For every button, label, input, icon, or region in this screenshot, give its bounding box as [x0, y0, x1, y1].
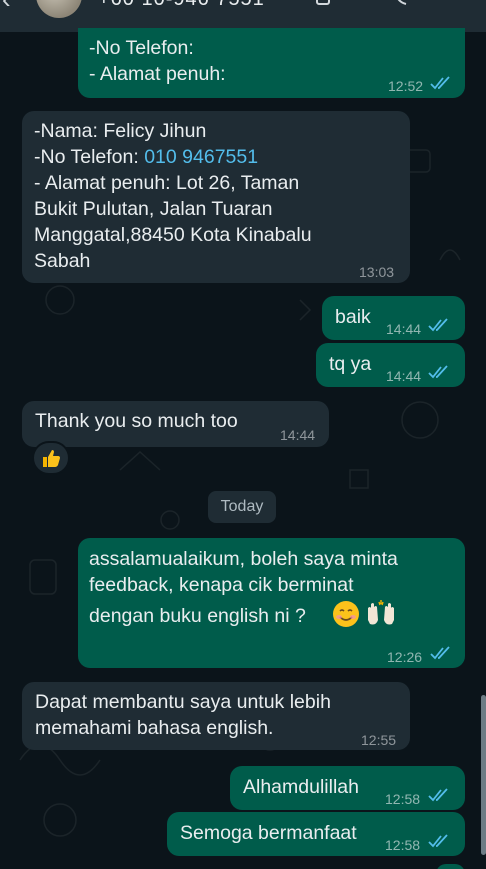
message-text-line: -No Telefon: 010 9467551 — [34, 145, 258, 170]
message-time: 13:03 — [359, 264, 395, 280]
message-text: -Nama: Felicy Jihun — [34, 120, 207, 142]
message-outgoing[interactable]: Alhamdulillah 12:58 — [230, 766, 465, 810]
message-outgoing-partial[interactable] — [436, 864, 465, 869]
message-outgoing[interactable]: Semoga bermanfaat 12:58 — [167, 812, 465, 856]
message-text: Semoga bermanfaat — [180, 822, 357, 844]
raising-hands-emoji — [368, 600, 394, 625]
contact-number[interactable]: +60 10-946 7551 — [98, 0, 265, 11]
read-receipt-icon — [428, 834, 448, 848]
read-receipt-icon — [428, 318, 448, 332]
message-incoming[interactable]: -Nama: Felicy Jihun -No Telefon: 010 946… — [22, 111, 410, 283]
message-time: 12:58 — [385, 837, 421, 853]
message-text: -No Telefon: — [89, 37, 194, 59]
message-text: -No Telefon: — [34, 146, 145, 168]
message-text: Sabah — [34, 250, 91, 272]
read-receipt-icon — [428, 365, 448, 379]
read-receipt-icon — [430, 646, 450, 660]
reaction-badge[interactable] — [32, 441, 70, 475]
message-incoming[interactable]: Thank you so much too 14:44 — [22, 401, 329, 447]
message-text: assalamualaikum, boleh saya minta — [89, 548, 398, 570]
message-text: dengan buku english ni ? — [89, 605, 306, 627]
read-receipt-icon — [430, 76, 450, 90]
thumbs-up-emoji — [43, 450, 60, 467]
message-time: 12:58 — [385, 791, 421, 807]
message-text: Thank you so much too — [35, 410, 238, 432]
message-outgoing[interactable]: baik 14:44 — [322, 296, 465, 340]
message-outgoing[interactable]: -No Telefon: - Alamat penuh: 12:52 — [78, 28, 465, 98]
message-time: 12:55 — [361, 732, 397, 748]
voice-call-icon[interactable] — [394, 0, 414, 8]
contact-avatar[interactable] — [36, 0, 82, 18]
message-outgoing[interactable]: assalamualaikum, boleh saya minta feedba… — [78, 538, 465, 668]
message-time: 14:44 — [386, 368, 422, 384]
message-text: Dapat membantu saya untuk lebih — [35, 691, 331, 713]
scrollbar[interactable] — [481, 695, 486, 855]
message-text: Bukit Pulutan, Jalan Tuaran — [34, 198, 273, 220]
message-time: 12:52 — [388, 78, 424, 94]
read-receipt-icon — [428, 788, 448, 802]
message-text: - Alamat penuh: Lot 26, Taman — [34, 172, 300, 194]
chat-screen: ‹ +60 10-946 7551 -No Telefon: - Alamat … — [0, 0, 486, 869]
message-text: - Alamat penuh: — [89, 63, 226, 85]
message-incoming[interactable]: Dapat membantu saya untuk lebih memahami… — [22, 682, 410, 750]
phone-number-link[interactable]: 010 9467551 — [144, 146, 258, 168]
message-outgoing[interactable]: tq ya 14:44 — [316, 343, 465, 387]
back-arrow-icon[interactable]: ‹ — [2, 0, 11, 15]
message-text: baik — [335, 306, 371, 328]
video-call-icon[interactable] — [316, 0, 336, 8]
message-time: 14:44 — [386, 321, 422, 337]
message-text: Alhamdulillah — [243, 776, 359, 798]
message-text: memahami bahasa english. — [35, 717, 274, 739]
message-time: 14:44 — [280, 427, 316, 443]
message-text: feedback, kenapa cik berminat — [89, 574, 354, 596]
message-time: 12:26 — [387, 649, 423, 665]
smiling-face-emoji — [333, 601, 359, 627]
date-separator: Today — [208, 491, 276, 523]
message-text: Manggatal,88450 Kota Kinabalu — [34, 224, 312, 246]
message-text: tq ya — [329, 353, 372, 375]
